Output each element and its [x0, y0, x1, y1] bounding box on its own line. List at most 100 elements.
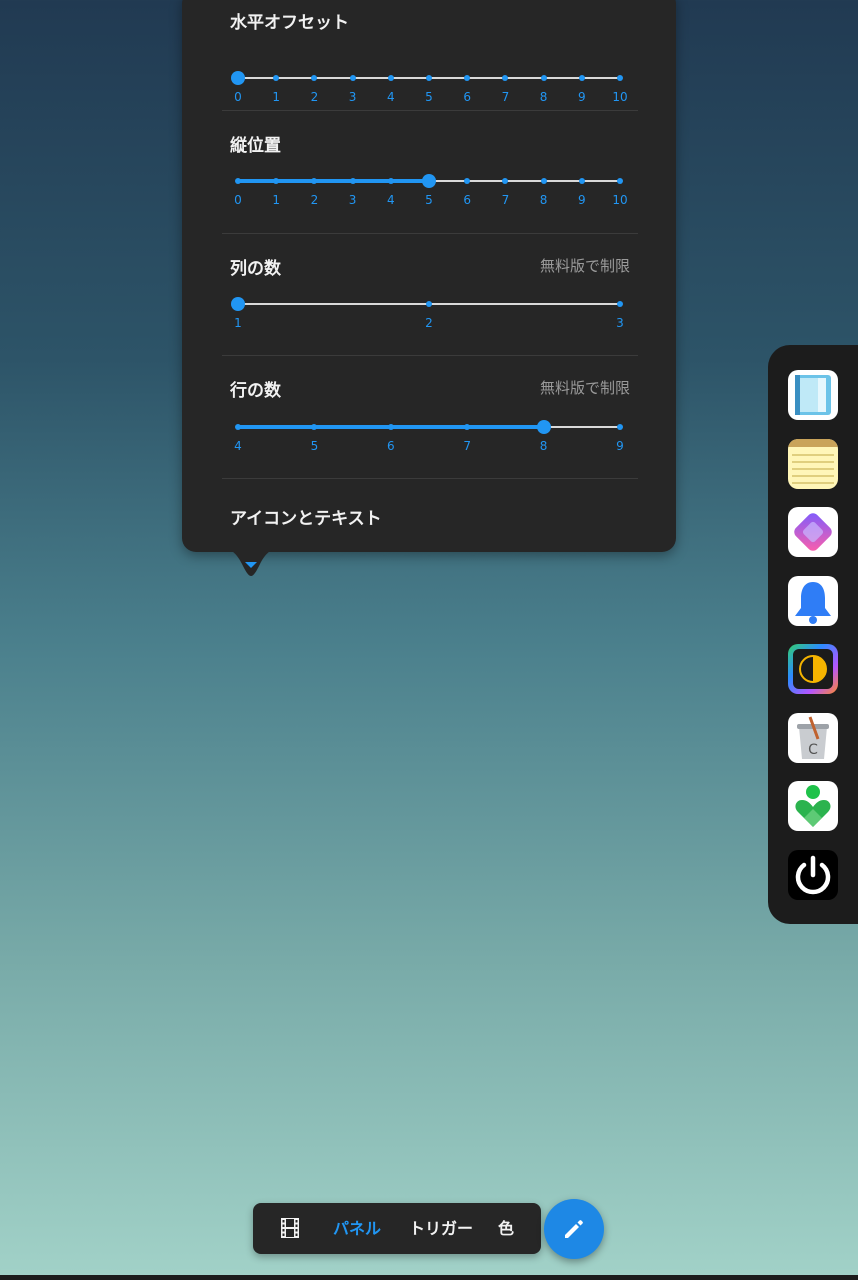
horizontal-offset-tick-label: 0 [234, 90, 242, 104]
rows-tick-mark [387, 424, 394, 430]
horizontal-offset-tick-label: 6 [463, 90, 472, 104]
icon-text-title: アイコンとテキスト [230, 509, 382, 529]
horizontal-offset-tick-label: 8 [539, 90, 548, 104]
rows-tick-label: 7 [463, 439, 472, 453]
tab-panel[interactable]: パネル [333, 1203, 381, 1254]
columns-title: 列の数 [230, 259, 281, 279]
rows-tick-mark [311, 424, 318, 430]
vertical-position-tick-mark [387, 178, 394, 184]
vertical-position-tick-label: 1 [272, 193, 281, 207]
vertical-position-tick-mark [235, 178, 241, 184]
horizontal-offset-tick-mark [540, 75, 547, 81]
pencil-icon [565, 1220, 583, 1238]
horizontal-offset-tick-mark [426, 75, 432, 81]
shortcuts-app-icon[interactable] [788, 507, 838, 557]
horizontal-offset-tick-label: 10 [612, 90, 628, 104]
rows-tick-label: 5 [310, 439, 319, 453]
horizontal-offset-tick-mark [464, 75, 471, 81]
vertical-position-tick-label: 8 [539, 193, 548, 207]
horizontal-offset-tick-label: 1 [272, 90, 281, 104]
section-horizontal-offset: 水平オフセット 0 1 2 3 4 5 6 7 8 9 10 [222, 8, 638, 111]
columns-tick-label: 3 [616, 316, 624, 330]
columns-tick-label: 1 [234, 316, 242, 330]
vertical-position-tick-labels: 0 1 2 3 4 5 6 7 8 9 10 [234, 193, 627, 209]
vertical-position-thumb[interactable] [422, 174, 436, 188]
horizontal-offset-tick-mark [273, 75, 280, 81]
rows-tick-labels: 4 5 6 7 8 9 [234, 439, 624, 455]
vertical-position-tick-label: 3 [348, 193, 357, 207]
rows-thumb[interactable] [536, 420, 551, 434]
heart-location-app-icon[interactable] [788, 781, 838, 831]
horizontal-offset-title: 水平オフセット [230, 13, 349, 33]
rows-tick-mark [617, 424, 623, 430]
notification-bell-app-icon[interactable] [788, 576, 838, 626]
horizontal-offset-thumb[interactable] [231, 71, 245, 85]
rows-title: 行の数 [230, 381, 281, 401]
columns-tick-label: 2 [425, 316, 433, 330]
vertical-position-tick-label: 7 [501, 193, 510, 207]
vertical-position-tick-mark [273, 178, 280, 184]
vertical-position-tick-mark [349, 178, 356, 184]
rows-limit-note: 無料版で制限 [539, 379, 630, 397]
rows-tick-label: 4 [234, 439, 242, 453]
tab-color[interactable]: 色 [498, 1203, 514, 1254]
vertical-position-tick-mark [464, 178, 471, 184]
columns-slider[interactable] [231, 294, 623, 314]
vertical-position-tick-label: 0 [234, 193, 242, 207]
bottom-toolbar: パネル トリガー 色 [253, 1203, 541, 1254]
popup-pointer [222, 548, 280, 576]
horizontal-offset-tick-mark [578, 75, 585, 81]
notepad-app-icon[interactable] [788, 439, 838, 489]
section-icon-text[interactable]: アイコンとテキスト [222, 479, 638, 539]
section-vertical-position: 縦位置 0 1 2 3 4 5 6 7 8 9 10 [222, 111, 638, 234]
cleaner-app-icon[interactable]: C [788, 713, 838, 763]
horizontal-offset-tick-label: 5 [425, 90, 433, 104]
horizontal-offset-tick-mark [617, 75, 623, 81]
horizontal-offset-tick-mark [387, 75, 394, 81]
horizontal-offset-slider[interactable] [231, 68, 623, 88]
film-icon[interactable] [281, 1218, 299, 1238]
horizontal-offset-tick-label: 9 [577, 90, 586, 104]
power-app-icon[interactable] [788, 850, 838, 900]
app-dock-panel: C [768, 345, 858, 924]
vertical-position-tick-label: 9 [577, 193, 586, 207]
columns-limit-note: 無料版で制限 [539, 257, 630, 275]
system-nav-strip [0, 1275, 858, 1280]
vertical-position-tick-label: 10 [612, 193, 628, 207]
notebook-app-icon[interactable] [788, 370, 838, 420]
svg-text:C: C [808, 742, 818, 758]
rows-tick-mark [464, 424, 471, 430]
rows-slider[interactable] [235, 417, 623, 437]
columns-tick-labels: 1 2 3 [234, 316, 624, 332]
rows-tick-label: 9 [616, 439, 624, 453]
vertical-position-tick-mark [578, 178, 585, 184]
tab-trigger[interactable]: トリガー [409, 1203, 473, 1254]
vertical-position-tick-label: 2 [310, 193, 319, 207]
columns-thumb[interactable] [231, 297, 245, 311]
vertical-position-tick-mark [311, 178, 318, 184]
horizontal-offset-tick-label: 2 [310, 90, 319, 104]
section-columns: 列の数 無料版で制限 1 2 3 [222, 234, 638, 356]
horizontal-offset-tick-label: 4 [386, 90, 395, 104]
rows-tick-label: 6 [386, 439, 395, 453]
vertical-position-tick-label: 6 [463, 193, 472, 207]
edit-fab-button[interactable] [544, 1199, 604, 1259]
vertical-position-title: 縦位置 [230, 136, 281, 156]
vertical-position-fill [238, 179, 429, 183]
vertical-position-tick-mark [617, 178, 623, 184]
horizontal-offset-tick-mark [349, 75, 356, 81]
settings-popup: 水平オフセット 0 1 2 3 4 5 6 7 8 9 10 縦位置 0 1 2 3 4 5 6 7 8 9 10 列の… [182, 0, 676, 552]
columns-tick-mark [426, 301, 432, 307]
horizontal-offset-tick-label: 7 [501, 90, 510, 104]
section-rows: 行の数 無料版で制限 4 5 6 7 8 9 [222, 356, 638, 479]
rows-tick-label: 8 [539, 439, 548, 453]
horizontal-offset-tick-labels: 0 1 2 3 4 5 6 7 8 9 10 [234, 90, 627, 106]
vertical-position-tick-mark [540, 178, 547, 184]
horizontal-offset-tick-mark [502, 75, 509, 81]
vertical-position-tick-mark [502, 178, 509, 184]
vertical-position-tick-label: 4 [386, 193, 395, 207]
vertical-position-slider[interactable] [235, 171, 623, 191]
contrast-app-icon[interactable] [788, 644, 838, 694]
rows-tick-mark [235, 424, 241, 430]
columns-tick-mark [617, 301, 623, 307]
